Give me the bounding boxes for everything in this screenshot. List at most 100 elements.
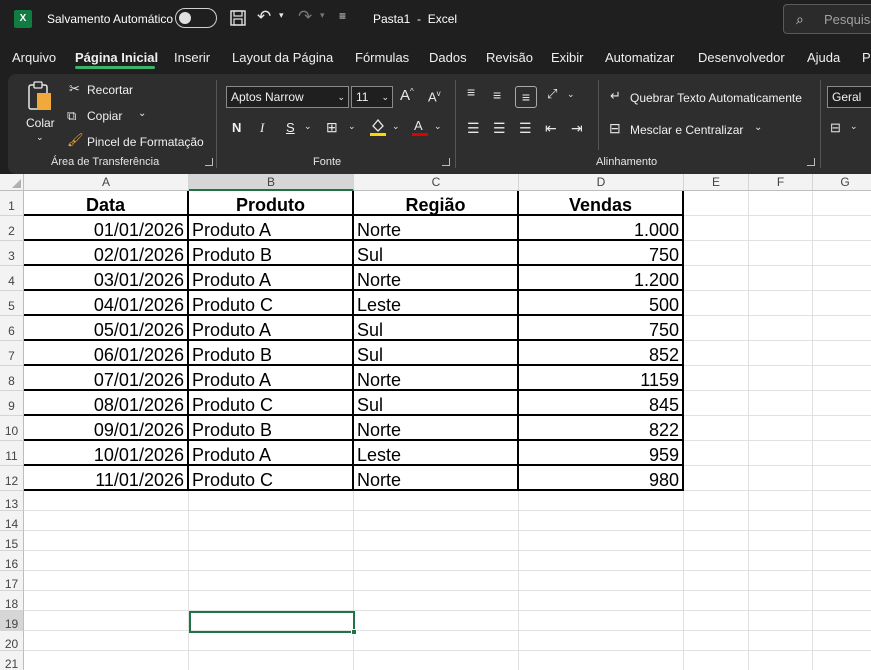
copy-dropdown-icon[interactable]: ⌄: [138, 108, 146, 119]
cell-a20[interactable]: [24, 631, 189, 651]
cell-f9[interactable]: [749, 391, 813, 416]
row-header-16[interactable]: 16: [0, 551, 24, 571]
row-header-20[interactable]: 20: [0, 631, 24, 651]
cell-d3[interactable]: 750: [519, 241, 684, 266]
row-header-6[interactable]: 6: [0, 316, 24, 341]
row-header-9[interactable]: 9: [0, 391, 24, 416]
cell-e9[interactable]: [684, 391, 749, 416]
number-format-select[interactable]: Geral: [827, 86, 871, 108]
cell-f19[interactable]: [749, 611, 813, 631]
column-header-f[interactable]: F: [749, 174, 813, 191]
borders-dropdown-icon[interactable]: ⌄: [348, 121, 356, 132]
cell-e18[interactable]: [684, 591, 749, 611]
cell-d5[interactable]: 500: [519, 291, 684, 316]
cell-e4[interactable]: [684, 266, 749, 291]
cell-a13[interactable]: [24, 491, 189, 511]
wrap-text-button[interactable]: Quebrar Texto Automaticamente: [630, 91, 802, 105]
cell-f11[interactable]: [749, 441, 813, 466]
cell-e13[interactable]: [684, 491, 749, 511]
row-header-19[interactable]: 19: [0, 611, 24, 631]
cell-c19[interactable]: [354, 611, 519, 631]
cell-a15[interactable]: [24, 531, 189, 551]
tab-dados[interactable]: Dados: [429, 50, 467, 65]
align-right-icon[interactable]: ☰: [519, 120, 532, 137]
align-bottom-icon[interactable]: ≡: [515, 86, 537, 108]
cell-a4[interactable]: 03/01/2026: [24, 266, 189, 291]
cell-f20[interactable]: [749, 631, 813, 651]
cut-button[interactable]: Recortar: [87, 83, 133, 97]
cell-c21[interactable]: [354, 651, 519, 670]
column-header-d[interactable]: D: [519, 174, 684, 191]
select-all-corner[interactable]: [0, 174, 24, 191]
cell-e20[interactable]: [684, 631, 749, 651]
cell-c2[interactable]: Norte: [354, 216, 519, 241]
cell-f12[interactable]: [749, 466, 813, 491]
cell-e14[interactable]: [684, 511, 749, 531]
cell-f1[interactable]: [749, 191, 813, 216]
autosave-toggle[interactable]: [175, 8, 217, 28]
orientation-dropdown-icon[interactable]: ⌄: [567, 89, 575, 100]
cell-a9[interactable]: 08/01/2026: [24, 391, 189, 416]
cell-a5[interactable]: 04/01/2026: [24, 291, 189, 316]
format-painter-icon[interactable]: 🖌: [67, 132, 84, 148]
align-middle-icon[interactable]: ≡: [493, 87, 501, 103]
cell-e21[interactable]: [684, 651, 749, 670]
cell-c12[interactable]: Norte: [354, 466, 519, 491]
cell-d9[interactable]: 845: [519, 391, 684, 416]
cell-b13[interactable]: [189, 491, 354, 511]
cell-d7[interactable]: 852: [519, 341, 684, 366]
cell-c14[interactable]: [354, 511, 519, 531]
copy-button[interactable]: Copiar: [87, 109, 122, 123]
cell-c8[interactable]: Norte: [354, 366, 519, 391]
cell-f14[interactable]: [749, 511, 813, 531]
cell-b4[interactable]: Produto A: [189, 266, 354, 291]
cell-d14[interactable]: [519, 511, 684, 531]
row-header-12[interactable]: 12: [0, 466, 24, 491]
cell-e12[interactable]: [684, 466, 749, 491]
paste-button[interactable]: [26, 80, 54, 115]
borders-icon[interactable]: ⊞: [326, 119, 338, 136]
cell-b14[interactable]: [189, 511, 354, 531]
row-header-13[interactable]: 13: [0, 491, 24, 511]
cell-c9[interactable]: Sul: [354, 391, 519, 416]
cell-g18[interactable]: [813, 591, 871, 611]
cell-b1[interactable]: Produto: [189, 191, 354, 216]
cell-f3[interactable]: [749, 241, 813, 266]
cut-icon[interactable]: ✂: [69, 81, 80, 97]
cell-f6[interactable]: [749, 316, 813, 341]
cell-e3[interactable]: [684, 241, 749, 266]
fill-color-dropdown-icon[interactable]: ⌄: [392, 121, 400, 132]
tab-desenvolvedor[interactable]: Desenvolvedor: [698, 50, 785, 65]
accounting-dropdown-icon[interactable]: ⌄: [850, 121, 858, 132]
cell-a1[interactable]: Data: [24, 191, 189, 216]
cell-d6[interactable]: 750: [519, 316, 684, 341]
paste-label[interactable]: Colar: [26, 116, 55, 130]
tab-revisao[interactable]: Revisão: [486, 50, 533, 65]
cell-g1[interactable]: [813, 191, 871, 216]
row-header-14[interactable]: 14: [0, 511, 24, 531]
cell-g11[interactable]: [813, 441, 871, 466]
cell-g6[interactable]: [813, 316, 871, 341]
cell-f18[interactable]: [749, 591, 813, 611]
row-header-1[interactable]: 1: [0, 191, 24, 216]
font-name-select[interactable]: Aptos Narrow ⌄: [226, 86, 349, 108]
cell-c16[interactable]: [354, 551, 519, 571]
cell-e16[interactable]: [684, 551, 749, 571]
cell-a12[interactable]: 11/01/2026: [24, 466, 189, 491]
row-header-3[interactable]: 3: [0, 241, 24, 266]
increase-indent-icon[interactable]: ⇥: [571, 120, 583, 137]
undo-icon[interactable]: ↶: [257, 7, 271, 27]
cell-f17[interactable]: [749, 571, 813, 591]
redo-dropdown-icon[interactable]: ▾: [320, 10, 325, 21]
format-painter-button[interactable]: Pincel de Formatação: [87, 135, 204, 149]
cell-a2[interactable]: 01/01/2026: [24, 216, 189, 241]
row-header-8[interactable]: 8: [0, 366, 24, 391]
cell-a6[interactable]: 05/01/2026: [24, 316, 189, 341]
cell-d2[interactable]: 1.000: [519, 216, 684, 241]
cell-f21[interactable]: [749, 651, 813, 670]
cell-a3[interactable]: 02/01/2026: [24, 241, 189, 266]
cell-d1[interactable]: Vendas: [519, 191, 684, 216]
row-header-2[interactable]: 2: [0, 216, 24, 241]
paste-dropdown-icon[interactable]: ⌄: [36, 132, 44, 143]
tab-pagina-inicial[interactable]: Página Inicial: [75, 50, 158, 65]
